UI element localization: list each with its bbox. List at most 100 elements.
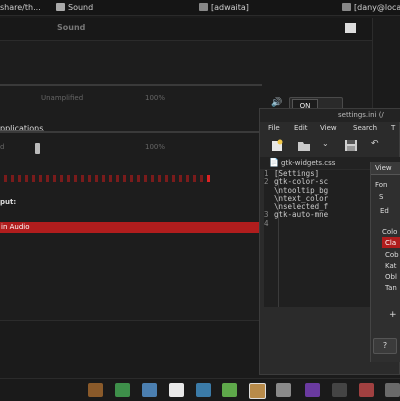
output-device-selected[interactable]: in Audio — [0, 222, 259, 233]
menu-view[interactable]: View — [320, 122, 337, 134]
task-terminal-label: [dany@loca — [354, 3, 400, 12]
player-icon[interactable] — [332, 383, 347, 397]
terminal-icon — [342, 3, 351, 11]
task-sound[interactable]: Sound — [56, 0, 93, 15]
open-folder-icon[interactable] — [297, 139, 311, 152]
level-segment — [46, 175, 49, 182]
task-folder[interactable]: share/th... — [0, 0, 41, 15]
save-icon[interactable] — [344, 139, 358, 152]
output-volume-slider[interactable] — [0, 84, 262, 86]
line-number: 2 — [264, 177, 269, 187]
level-segment — [25, 175, 28, 182]
scheme-kate[interactable]: Kat — [385, 262, 397, 270]
font-label: Fon — [375, 181, 388, 189]
level-segment — [109, 175, 112, 182]
new-file-icon[interactable] — [270, 139, 284, 152]
top-panel: share/th... Sound [adwaita] [dany@loca — [0, 0, 400, 16]
app-volume-slider[interactable] — [0, 131, 262, 133]
sound-icon — [56, 3, 65, 11]
menu-icon[interactable] — [88, 383, 103, 397]
calc-icon[interactable] — [196, 383, 211, 397]
level-segment — [116, 175, 119, 182]
chevron-down-icon[interactable]: ⌄ — [322, 139, 329, 148]
output-label: put: — [0, 198, 17, 206]
terminal-icon — [199, 3, 208, 11]
files-icon[interactable] — [249, 383, 266, 399]
level-segment — [81, 175, 84, 182]
slider-knob[interactable] — [35, 143, 40, 154]
level-segment — [165, 175, 168, 182]
sound-window-title: Sound — [57, 23, 86, 32]
app-zero-label: d — [0, 143, 5, 151]
scheme-cobalt[interactable]: Cob — [385, 251, 399, 259]
task-sound-label: Sound — [68, 3, 94, 12]
code-area[interactable]: 1 [Settings] 2 gtk-color-sc \ntooltip_bg \nte… — [264, 170, 370, 307]
level-segment — [67, 175, 70, 182]
level-segment — [144, 175, 147, 182]
level-segment — [60, 175, 63, 182]
menu-tools[interactable]: T — [391, 122, 395, 134]
toolbar: ⌄ ↶ — [260, 135, 400, 157]
level-segment — [74, 175, 77, 182]
level-segment — [193, 175, 196, 182]
editor-label: Ed — [380, 207, 389, 215]
level-segment — [200, 175, 203, 182]
level-segment — [130, 175, 133, 182]
menu-file[interactable]: File — [268, 122, 280, 134]
menubar: File Edit View Search T — [260, 122, 400, 134]
tab-view[interactable]: View — [371, 162, 400, 175]
level-segment — [4, 175, 7, 182]
level-segment — [88, 175, 91, 182]
level-segment — [18, 175, 21, 182]
size-label: S — [379, 193, 384, 201]
unamplified-label: Unamplified — [41, 94, 84, 102]
level-segment — [11, 175, 14, 182]
level-segment — [207, 175, 210, 182]
file-icon: 📄 — [269, 158, 279, 167]
volume-percent-label: 100% — [145, 94, 166, 102]
editor-title: settings.ini (/ — [260, 109, 400, 122]
level-segment — [95, 175, 98, 182]
chat-icon[interactable] — [142, 383, 157, 397]
level-segment — [179, 175, 182, 182]
speaker-icon: 🔊 — [271, 98, 283, 108]
help-button[interactable]: ? — [373, 338, 397, 354]
gutter-divider — [278, 170, 279, 307]
undo-icon[interactable]: ↶ — [371, 139, 379, 149]
task-terminal[interactable]: [dany@loca — [342, 0, 400, 15]
line-text: gtk-auto-mne — [274, 210, 329, 220]
code-line: 4 — [264, 219, 370, 228]
task-adwaita-label: [adwaita] — [211, 3, 249, 12]
task-folder-label: share/th... — [0, 3, 41, 12]
level-segment — [137, 175, 140, 182]
dock — [0, 378, 400, 401]
media-icon[interactable] — [385, 383, 400, 397]
level-segment — [123, 175, 126, 182]
task-adwaita[interactable]: [adwaita] — [199, 0, 249, 15]
add-button[interactable]: + — [389, 310, 397, 320]
menu-edit[interactable]: Edit — [294, 122, 308, 134]
image-icon[interactable] — [359, 383, 374, 397]
tab-gtk-widgets[interactable]: gtk-widgets.css — [281, 157, 335, 169]
level-segment — [102, 175, 105, 182]
preferences-dialog: View Fon S Ed Colo Cla Cob Kat Obl Tan + — [370, 162, 400, 362]
level-segment — [158, 175, 161, 182]
monitor-icon[interactable] — [115, 383, 130, 397]
glass-icon[interactable] — [305, 383, 320, 397]
terminal-icon[interactable] — [222, 383, 237, 397]
level-segment — [151, 175, 154, 182]
close-button[interactable] — [345, 23, 356, 33]
color-label: Colo — [382, 228, 398, 236]
keyboard-icon[interactable] — [276, 383, 291, 397]
scheme-oblivion[interactable]: Obl — [385, 273, 397, 281]
document-icon[interactable] — [169, 383, 184, 397]
scheme-tango[interactable]: Tan — [385, 284, 397, 292]
app-percent-label: 100% — [145, 143, 166, 151]
level-segment — [32, 175, 35, 182]
menu-search[interactable]: Search — [353, 122, 377, 134]
level-segment — [186, 175, 189, 182]
level-segment — [172, 175, 175, 182]
level-segment — [39, 175, 42, 182]
code-line: 3 gtk-auto-mne — [264, 210, 370, 220]
scheme-classic[interactable]: Cla — [385, 239, 396, 247]
